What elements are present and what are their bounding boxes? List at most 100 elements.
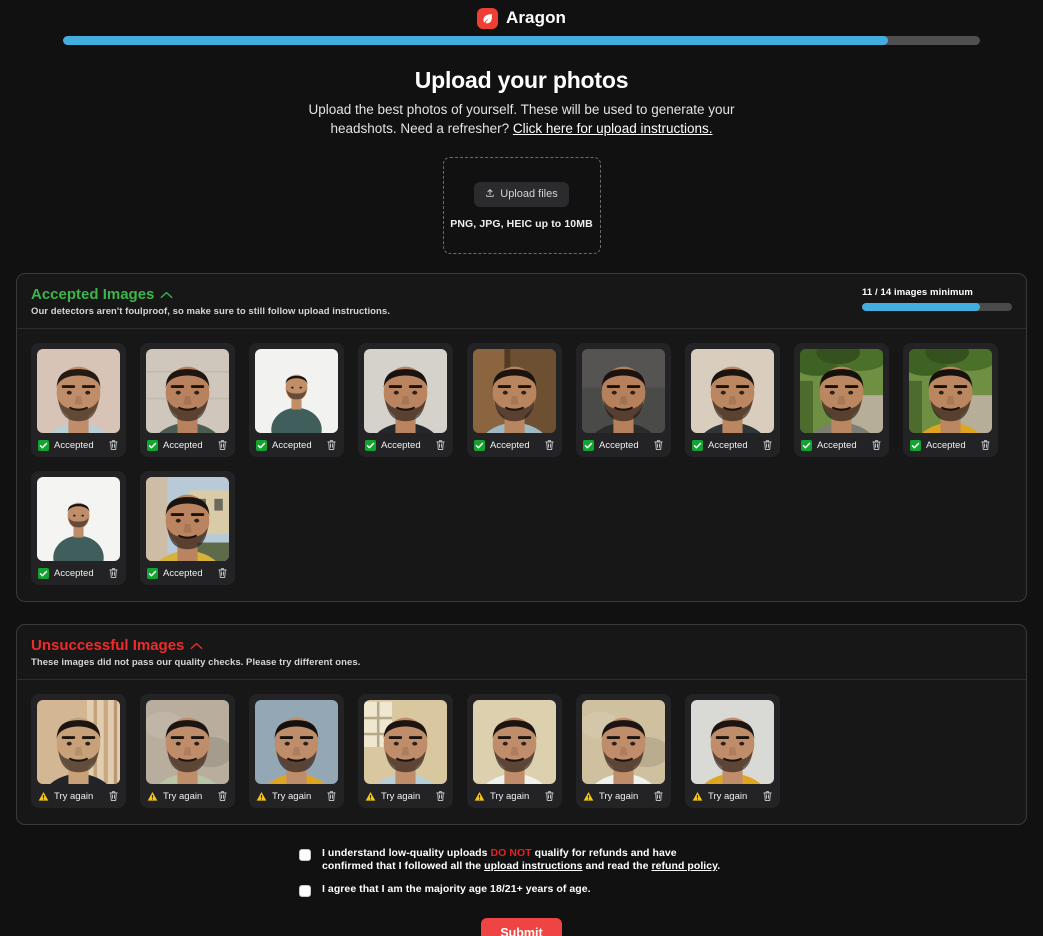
agreement-text: and read the — [582, 860, 652, 872]
page-heading: Upload your photos Upload the best photo… — [0, 45, 1043, 138]
accepted-panel-title-row[interactable]: Accepted Images — [31, 286, 390, 303]
image-thumbnail[interactable] — [582, 700, 665, 784]
trash-icon[interactable] — [653, 439, 664, 451]
unsuccessful-panel-header-left: Unsuccessful Images These images did not… — [31, 637, 360, 668]
trash-icon[interactable] — [326, 439, 337, 451]
images-minimum-label: 11 / 14 images minimum — [862, 287, 973, 298]
image-thumbnail[interactable] — [691, 349, 774, 433]
image-thumbnail[interactable] — [37, 700, 120, 784]
image-thumbnail[interactable] — [800, 349, 883, 433]
image-card-accepted: Accepted — [467, 343, 562, 457]
image-card-accepted: Accepted — [140, 471, 235, 585]
image-card-unsuccessful: Try again — [467, 694, 562, 808]
trash-icon[interactable] — [544, 439, 555, 451]
chevron-up-icon[interactable] — [190, 637, 203, 654]
image-thumbnail[interactable] — [37, 477, 120, 561]
agreement-text: I understand low-quality uploads — [322, 847, 491, 859]
upload-instructions-link[interactable]: Click here for upload instructions. — [513, 121, 713, 136]
image-card-accepted: Accepted — [358, 343, 453, 457]
image-card-footer: Accepted — [37, 433, 120, 457]
image-card-footer: Try again — [473, 784, 556, 808]
trash-icon[interactable] — [435, 790, 446, 802]
unsuccessful-panel-title-row[interactable]: Unsuccessful Images — [31, 637, 360, 654]
trash-icon[interactable] — [326, 790, 337, 802]
image-card-footer: Accepted — [800, 433, 883, 457]
trash-icon[interactable] — [762, 439, 773, 451]
trash-icon[interactable] — [653, 790, 664, 802]
age-agreement-checkbox[interactable] — [299, 885, 311, 897]
image-status-label: Try again — [490, 790, 530, 802]
agreement-row: I understand low-quality uploads DO NOT … — [299, 847, 1043, 873]
image-thumbnail[interactable] — [364, 700, 447, 784]
unsuccessful-panel-header: Unsuccessful Images These images did not… — [17, 625, 1026, 680]
chevron-up-icon[interactable] — [160, 286, 173, 303]
image-card-unsuccessful: Try again — [140, 694, 235, 808]
page-subtitle: Upload the best photos of yourself. Thes… — [307, 100, 737, 138]
image-card-footer: Try again — [364, 784, 447, 808]
accepted-panel-title: Accepted Images — [31, 286, 155, 303]
trash-icon[interactable] — [108, 790, 119, 802]
image-status-label: Accepted — [708, 439, 748, 451]
green-check-icon — [147, 567, 158, 579]
trash-icon[interactable] — [108, 567, 119, 579]
image-thumbnail[interactable] — [146, 349, 229, 433]
image-card-unsuccessful: Try again — [576, 694, 671, 808]
image-card-unsuccessful: Try again — [358, 694, 453, 808]
image-card-footer: Try again — [37, 784, 120, 808]
trash-icon[interactable] — [762, 790, 773, 802]
image-card-accepted: Accepted — [31, 343, 126, 457]
image-status-label: Accepted — [163, 439, 203, 451]
image-thumbnail[interactable] — [255, 700, 338, 784]
image-thumbnail[interactable] — [146, 700, 229, 784]
green-check-icon — [583, 439, 594, 451]
trash-icon[interactable] — [871, 439, 882, 451]
refund-agreement-checkbox[interactable] — [299, 849, 311, 861]
image-thumbnail[interactable] — [909, 349, 992, 433]
image-thumbnail[interactable] — [146, 477, 229, 561]
image-thumbnail[interactable] — [37, 349, 120, 433]
submit-section: Submit — [0, 918, 1043, 936]
brand-bar: Aragon — [0, 0, 1043, 30]
warning-triangle-icon — [365, 791, 376, 802]
image-card-footer: Accepted — [37, 561, 120, 585]
trash-icon[interactable] — [544, 790, 555, 802]
images-minimum-fill — [862, 303, 980, 311]
image-card-accepted: Accepted — [903, 343, 998, 457]
trash-icon[interactable] — [217, 439, 228, 451]
accepted-panel-header: Accepted Images Our detectors aren't fou… — [17, 274, 1026, 329]
trash-icon[interactable] — [435, 439, 446, 451]
submit-button[interactable]: Submit — [481, 918, 562, 936]
image-thumbnail[interactable] — [473, 700, 556, 784]
brand-name: Aragon — [505, 8, 567, 27]
image-thumbnail[interactable] — [473, 349, 556, 433]
upload-files-button[interactable]: Upload files — [474, 181, 569, 207]
age-agreement-label: I agree that I am the majority age 18/21… — [322, 883, 591, 896]
image-card-unsuccessful: Try again — [31, 694, 126, 808]
trash-icon[interactable] — [980, 439, 991, 451]
image-thumbnail[interactable] — [255, 349, 338, 433]
image-thumbnail[interactable] — [364, 349, 447, 433]
trash-icon[interactable] — [217, 790, 228, 802]
file-dropzone[interactable]: Upload files PNG, JPG, HEIC up to 10MB — [442, 157, 601, 254]
images-minimum-track — [862, 303, 1012, 311]
image-thumbnail[interactable] — [691, 700, 774, 784]
step-progress-track — [63, 36, 980, 45]
accepted-panel-header-left: Accepted Images Our detectors aren't fou… — [31, 286, 390, 317]
image-card-footer: Try again — [255, 784, 338, 808]
trash-icon[interactable] — [217, 567, 228, 579]
image-card-footer: Try again — [146, 784, 229, 808]
image-status-label: Accepted — [54, 439, 94, 451]
trash-icon[interactable] — [108, 439, 119, 451]
image-status-label: Accepted — [926, 439, 966, 451]
upload-instructions-link[interactable]: upload instructions — [484, 860, 582, 872]
aragon-leaf-icon — [476, 7, 498, 29]
image-card-accepted: Accepted — [794, 343, 889, 457]
image-card-footer: Accepted — [146, 561, 229, 585]
image-card-unsuccessful: Try again — [685, 694, 780, 808]
image-thumbnail[interactable] — [582, 349, 665, 433]
refund-policy-link[interactable]: refund policy — [651, 860, 717, 872]
image-card-accepted: Accepted — [140, 343, 235, 457]
image-card-footer: Try again — [582, 784, 665, 808]
refund-agreement-label: I understand low-quality uploads DO NOT … — [322, 847, 730, 873]
warning-triangle-icon — [583, 791, 594, 802]
